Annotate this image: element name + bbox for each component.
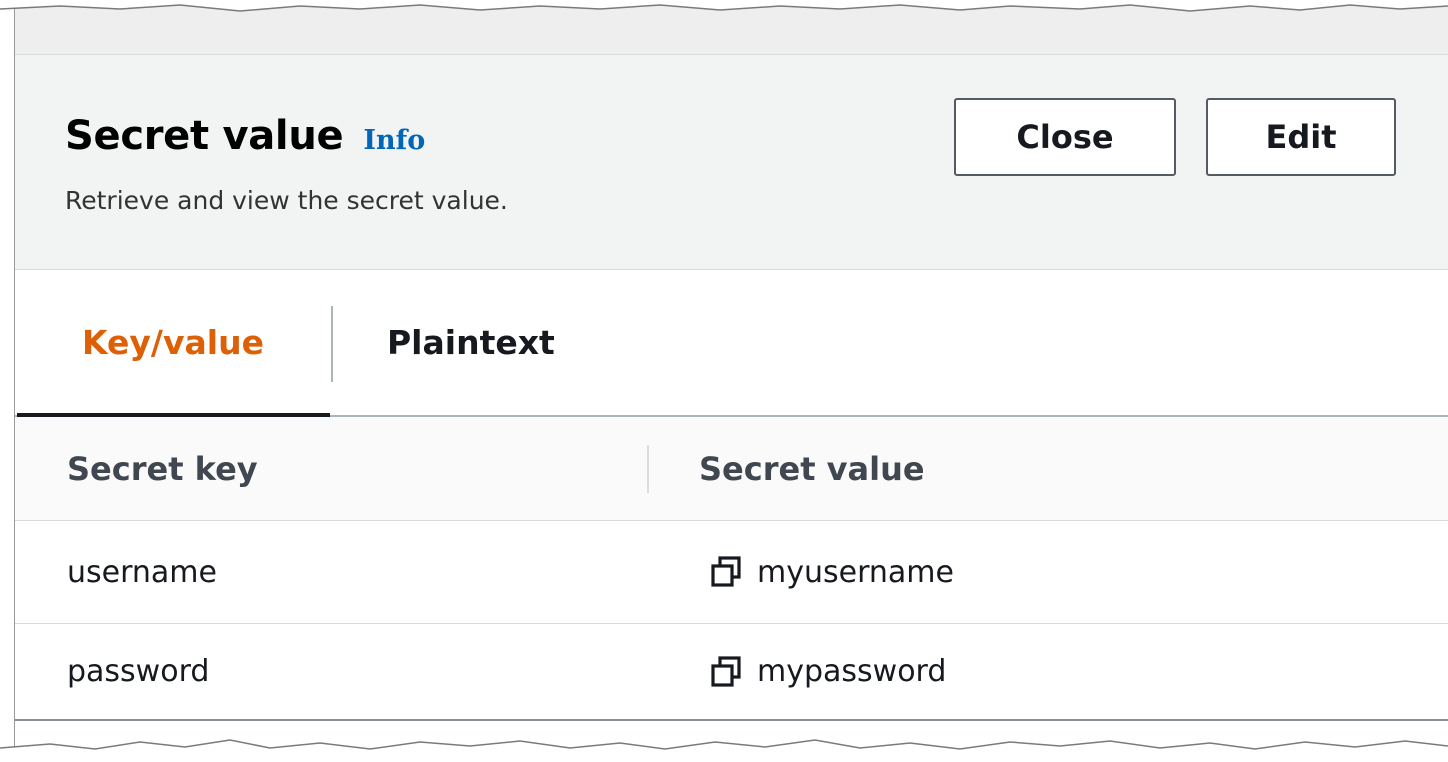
tab-divider — [331, 306, 333, 382]
secret-key-cell: username — [67, 554, 217, 590]
screenshot-frame: Secret value Info Retrieve and view the … — [0, 0, 1448, 762]
table-header: Secret key Secret value — [15, 417, 1448, 521]
page-subtitle: Retrieve and view the secret value. — [65, 186, 508, 215]
column-separator — [647, 445, 649, 493]
secret-value-cell: mypassword — [709, 624, 946, 719]
copy-icon[interactable] — [709, 555, 743, 589]
tab-key-value[interactable]: Key/value — [15, 270, 331, 417]
table-row: username myusername — [15, 521, 1448, 624]
column-header-secret-value: Secret value — [699, 449, 925, 488]
secret-value-text: myusername — [757, 554, 954, 590]
secret-value-panel: Secret value Info Retrieve and view the … — [14, 0, 1448, 762]
title-row: Secret value Info — [65, 113, 425, 159]
secret-key-cell: password — [67, 654, 210, 689]
torn-edge-top — [0, 0, 1448, 12]
tab-bar: Key/value Plaintext — [15, 270, 1448, 417]
close-button[interactable]: Close — [954, 98, 1176, 176]
copy-icon[interactable] — [709, 655, 743, 689]
edit-button[interactable]: Edit — [1206, 98, 1396, 176]
secret-value-cell: myusername — [709, 521, 954, 623]
panel-header: Secret value Info Retrieve and view the … — [15, 55, 1448, 270]
info-link[interactable]: Info — [363, 125, 425, 156]
torn-edge-bottom — [0, 739, 1448, 762]
table-row: password mypassword — [15, 624, 1448, 721]
page-title: Secret value — [65, 113, 344, 159]
column-header-secret-key: Secret key — [67, 449, 258, 488]
tab-plaintext[interactable]: Plaintext — [387, 270, 555, 415]
secret-value-text: mypassword — [757, 654, 947, 689]
